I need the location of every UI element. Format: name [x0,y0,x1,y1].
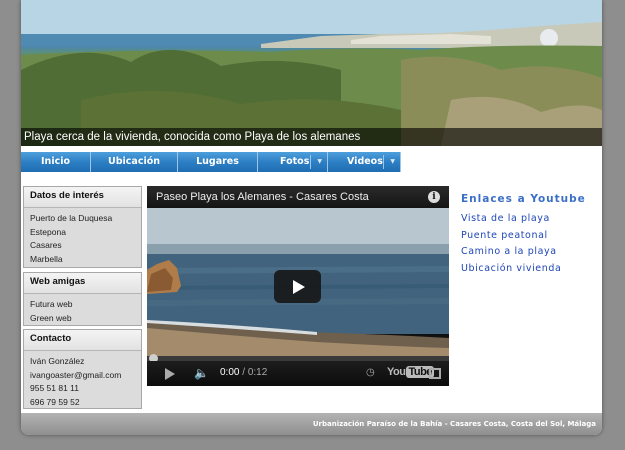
time-separator: / [239,367,248,378]
youtube-links: Vista de la playa Puente peatonal Camino… [461,211,561,277]
nav-item-label: Ubicación [108,156,160,167]
nav-item-label: Inicio [41,156,70,167]
sidebar-box-title: Contacto [24,330,141,351]
fullscreen-icon[interactable] [429,368,441,379]
contact-phone: 955 51 81 11 [30,383,79,393]
chevron-down-icon[interactable]: ▼ [390,152,395,172]
beach-landscape-illustration [21,0,602,146]
volume-icon[interactable]: 🔈 [194,366,209,380]
sidebar-box-amigas: Web amigas Futura web Green web [23,272,142,326]
youtube-logo[interactable]: You Tube [387,366,434,378]
youtube-link[interactable]: Camino a la playa [461,244,561,261]
sidebar-link[interactable]: Marbella [24,253,141,267]
sidebar-link[interactable]: Puerto de la Duquesa [24,212,141,226]
sidebar-box-title: Web amigas [24,273,141,294]
sidebar-link[interactable]: Futura web [24,298,141,312]
contact-name: Iván González [30,356,85,366]
nav-item-fotos[interactable]: Fotos ▼ [258,152,328,172]
nav-item-label: Lugares [196,156,239,167]
main-navigation: Inicio Ubicación Lugares Fotos ▼ Videos … [21,152,401,172]
youtube-link[interactable]: Vista de la playa [461,211,561,228]
sidebar-link-list: Puerto de la Duquesa Estepona Casares Ma… [24,212,141,266]
youtube-link[interactable]: Ubicación vivienda [461,261,561,278]
sidebar-box-contacto: Contacto Iván González ivangoaster@gmail… [23,329,142,409]
play-icon[interactable] [165,368,175,380]
youtube-links-title: Enlaces a Youtube [461,193,586,205]
youtube-logo-you: You [387,366,406,378]
page-footer: Urbanización Paraíso de la Bahía - Casar… [21,413,602,435]
youtube-link[interactable]: Puente peatonal [461,228,561,245]
banner-caption: Playa cerca de la vivienda, conocida com… [21,128,602,146]
contact-email: ivangoaster@gmail.com [30,369,122,380]
duration: 0:12 [247,367,268,378]
play-button[interactable] [274,270,321,303]
nav-item-videos[interactable]: Videos ▼ [328,152,401,172]
nav-separator [310,155,311,169]
contact-list: Iván González ivangoaster@gmail.com 955 … [24,355,141,409]
youtube-video-player[interactable]: Paseo Playa los Alemanes - Casares Costa… [147,186,449,386]
sidebar-box-interes: Datos de interés Puerto de la Duquesa Es… [23,186,142,268]
sidebar-link[interactable]: Estepona [24,226,141,240]
nav-item-inicio[interactable]: Inicio [21,152,91,172]
nav-separator [383,155,384,169]
contact-phone: 696 79 59 52 [30,396,80,407]
time-display: 0:00 / 0:12 [220,367,267,378]
sidebar-link[interactable]: Green web [24,312,141,326]
nav-item-label: Fotos [280,156,310,167]
nav-item-ubicacion[interactable]: Ubicación [91,152,178,172]
info-icon[interactable]: i [428,191,440,203]
sidebar-link[interactable]: Casares [24,239,141,253]
current-time: 0:00 [220,367,240,378]
youtube-link-list: Vista de la playa Puente peatonal Camino… [461,211,561,277]
video-controls: 🔈 0:00 / 0:12 ◷ You Tube [147,361,449,386]
header-banner-image: Playa cerca de la vivienda, conocida com… [21,0,602,146]
nav-item-label: Videos [347,156,383,167]
video-title[interactable]: Paseo Playa los Alemanes - Casares Costa [147,186,449,208]
sidebar-box-title: Datos de interés [24,187,141,208]
chevron-down-icon[interactable]: ▼ [317,152,322,172]
clock-icon[interactable]: ◷ [366,367,375,378]
page-container: Playa cerca de la vivienda, conocida com… [21,0,602,435]
sidebar-link-list: Futura web Green web [24,298,141,325]
nav-item-lugares[interactable]: Lugares [178,152,258,172]
